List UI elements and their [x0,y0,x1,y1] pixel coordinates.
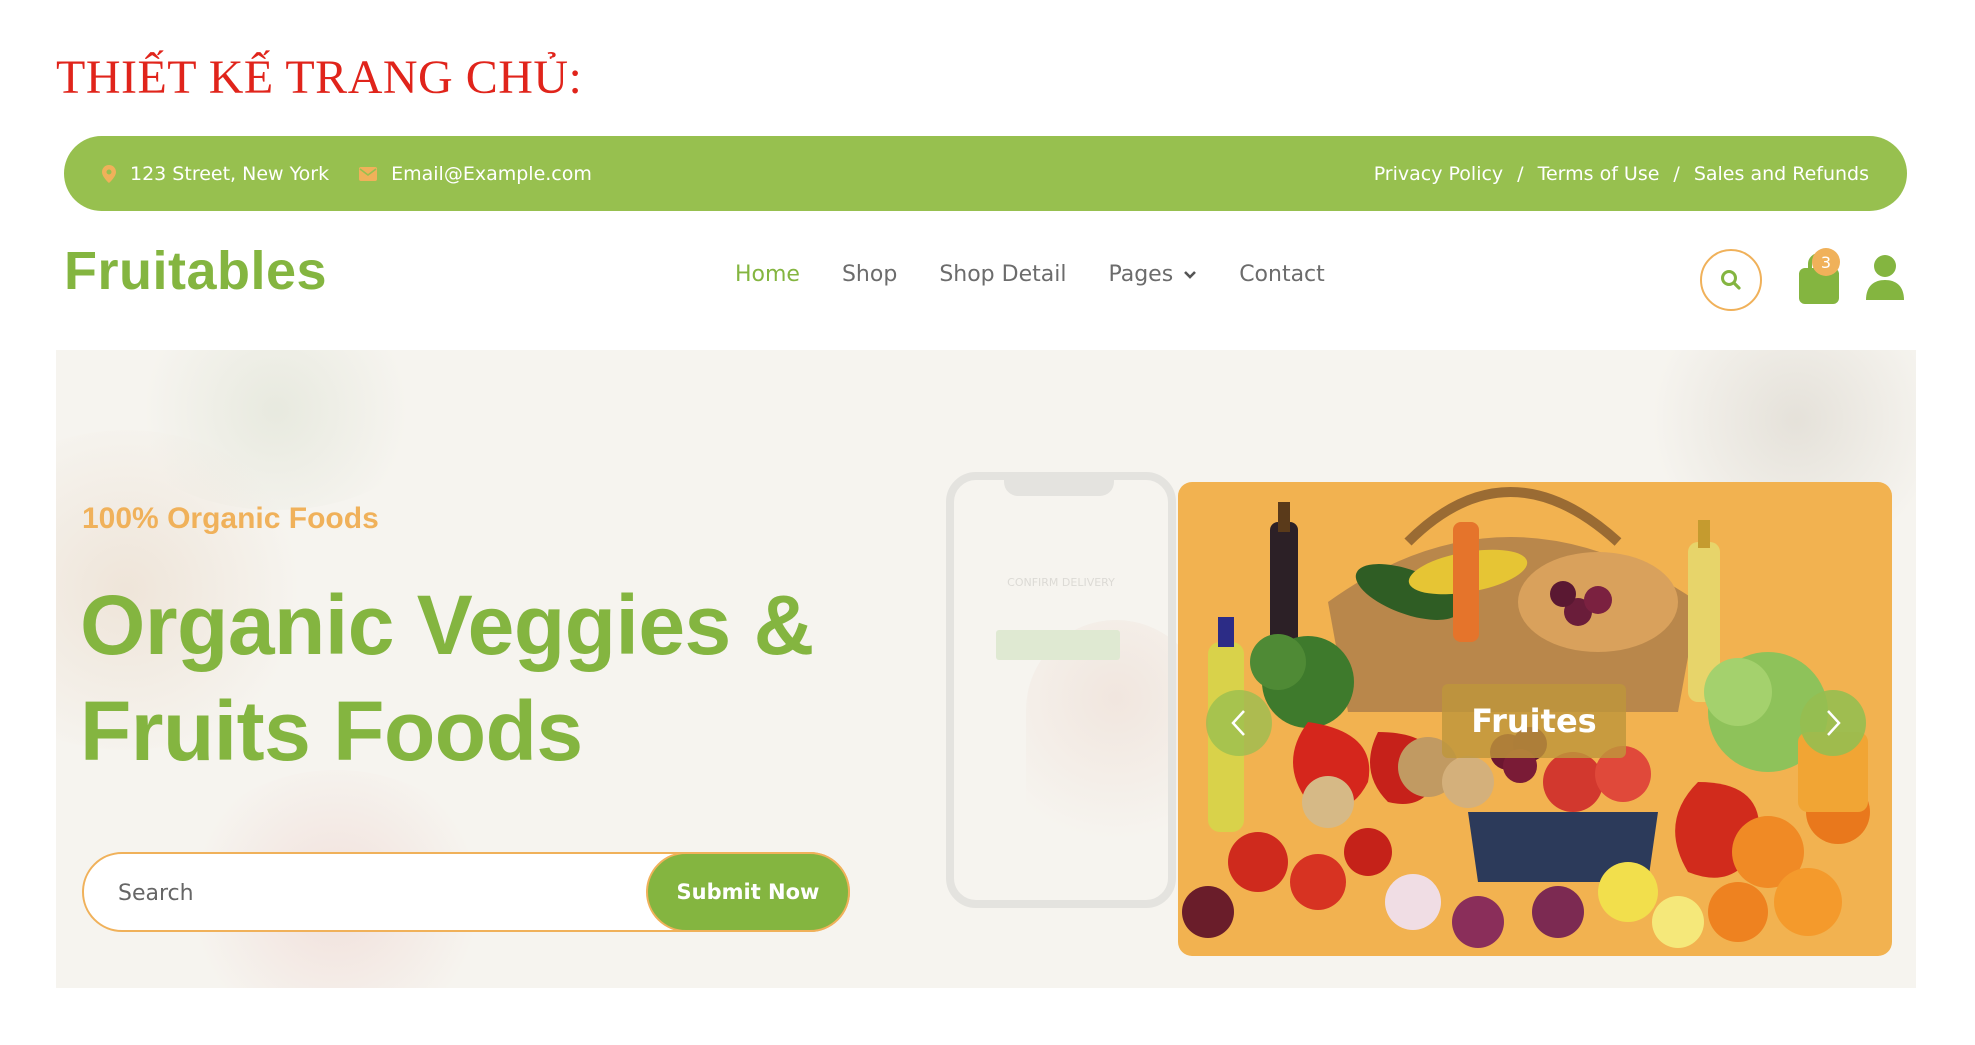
link-separator: / [1673,162,1680,185]
nav-item-shop[interactable]: Shop [842,262,897,287]
hero-carousel-slide: Fruites [1178,482,1892,956]
chevron-right-icon [1827,710,1841,736]
user-icon[interactable] [1864,254,1906,302]
carousel-next-button[interactable] [1800,690,1866,756]
map-pin-icon [102,164,116,183]
hero-search-form: Submit Now [82,852,850,932]
address-item: 123 Street, New York [102,163,329,185]
cart-count-badge: 3 [1812,248,1840,276]
hero-title-line2: Fruits Foods [80,684,583,778]
email-link[interactable]: Email@Example.com [391,163,592,185]
hero-section: CONFIRM DELIVERY 100% Organic Foods Orga… [56,350,1916,988]
main-nav: Home Shop Shop Detail Pages Contact [735,262,1325,287]
terms-of-use-link[interactable]: Terms of Use [1538,163,1660,185]
nav-item-pages-label: Pages [1108,262,1174,287]
chevron-left-icon [1231,710,1245,736]
hero-title-line1: Organic Veggies & [80,578,814,672]
carousel-prev-button[interactable] [1206,690,1272,756]
slide-category-label[interactable]: Fruites [1442,684,1626,758]
submit-now-button[interactable]: Submit Now [646,852,850,932]
envelope-icon [359,166,378,181]
search-button[interactable] [1700,249,1762,311]
nav-item-home[interactable]: Home [735,262,800,287]
page-heading: THIẾT KẾ TRANG CHỦ: [56,51,583,104]
nav-item-pages[interactable]: Pages [1108,262,1197,287]
privacy-policy-link[interactable]: Privacy Policy [1374,163,1503,185]
link-separator: / [1517,162,1524,185]
phone-illustration: CONFIRM DELIVERY [946,472,1176,908]
email-item[interactable]: Email@Example.com [359,163,592,185]
nav-item-contact[interactable]: Contact [1239,262,1325,287]
sales-refunds-link[interactable]: Sales and Refunds [1694,163,1869,185]
hero-tagline: 100% Organic Foods [82,502,379,535]
phone-text: CONFIRM DELIVERY [1007,576,1115,589]
top-info-bar: 123 Street, New York Email@Example.com P… [64,136,1907,211]
address-text: 123 Street, New York [130,162,330,185]
brand-logo[interactable]: Fruitables [64,240,327,302]
search-icon [1721,270,1741,290]
hero-search-input[interactable] [116,872,620,914]
nav-item-shop-detail[interactable]: Shop Detail [939,262,1066,287]
hero-title: Organic Veggies & Fruits Foods [80,572,814,784]
chevron-down-icon [1184,270,1197,279]
